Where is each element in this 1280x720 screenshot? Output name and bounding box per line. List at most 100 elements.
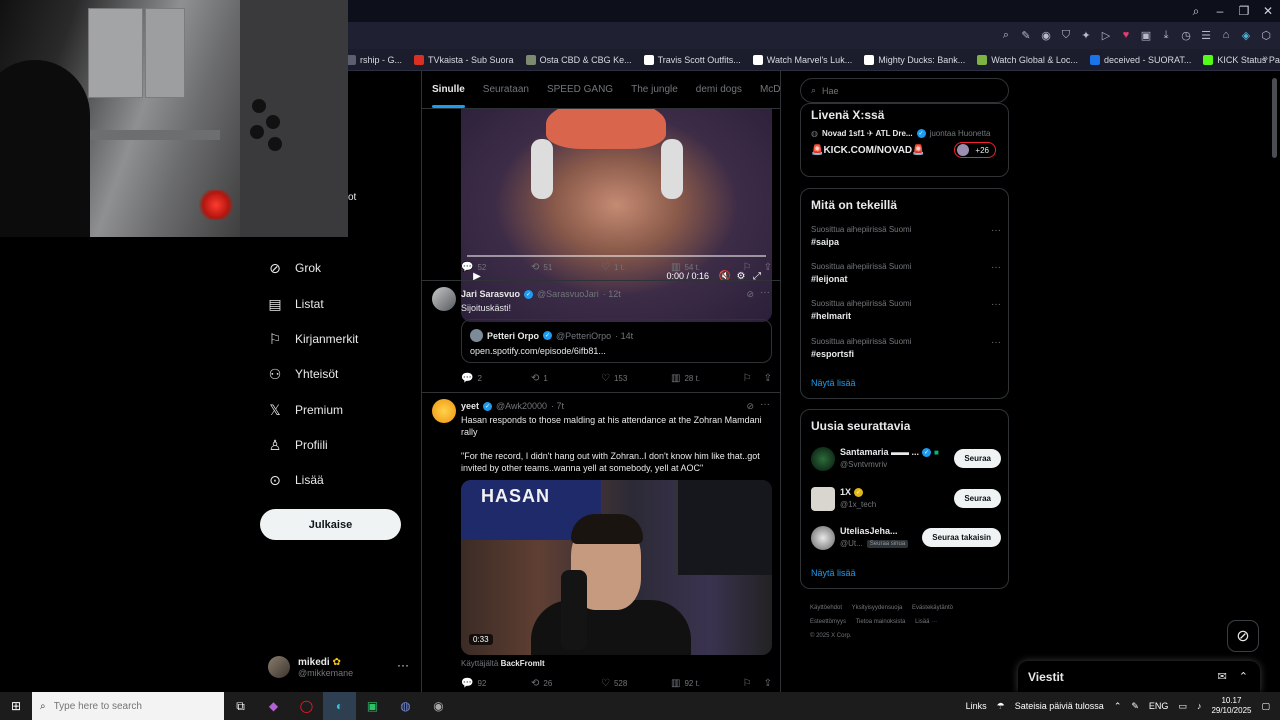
bookmark-item[interactable]: KICK Status Page: [1203, 54, 1280, 65]
reply-button[interactable]: 💬 52: [461, 262, 531, 273]
reply-button[interactable]: 💬 2: [461, 373, 531, 384]
footer-link[interactable]: Yksityisyydensuoja: [852, 605, 903, 611]
tab-mcdonalds[interactable]: McDonal: [760, 84, 780, 95]
more-options-icon[interactable]: ···: [991, 262, 1001, 273]
trend-item[interactable]: Suosittua aihepiirissä Suomi #saipa ···: [811, 225, 1001, 247]
weather-icon[interactable]: ☂: [997, 701, 1005, 712]
opera-icon[interactable]: ◯: [290, 692, 323, 720]
follow-suggestion[interactable]: 1X ✓ @1x_tech Seuraa: [811, 485, 1001, 513]
avatar[interactable]: [811, 487, 835, 511]
repost-button[interactable]: ⟲ 1: [531, 373, 601, 384]
avatar[interactable]: [432, 287, 456, 311]
share-icon[interactable]: ⇪: [764, 373, 772, 384]
heart-icon[interactable]: ♥: [1118, 26, 1134, 44]
repost-button[interactable]: ⟲ 51: [531, 262, 601, 273]
show-more-link[interactable]: Näytä lisää: [811, 378, 856, 388]
edge-icon[interactable]: ◐: [323, 692, 356, 720]
edit-icon[interactable]: ✎: [1018, 26, 1034, 44]
tab-following[interactable]: Seurataan: [483, 84, 529, 95]
notifications-icon[interactable]: ▢: [1261, 701, 1270, 712]
footer-link[interactable]: Esteettömyys: [810, 619, 846, 625]
account-switcher[interactable]: mikedi ✿ @mikkemane ···: [268, 652, 413, 682]
repost-button[interactable]: ⟲ 26: [531, 678, 601, 689]
like-button[interactable]: ♡ 1 t.: [601, 262, 671, 273]
author-handle[interactable]: @SarasvuoJari: [537, 289, 599, 299]
close-button[interactable]: ✕: [1256, 0, 1280, 22]
volume-icon[interactable]: ♪: [1197, 701, 1202, 711]
clock[interactable]: 10.17 29/10/2025: [1211, 696, 1251, 716]
taskbar-search-input[interactable]: [53, 700, 214, 712]
links-toolbar[interactable]: Links: [966, 701, 987, 711]
more-options-icon[interactable]: ···: [991, 299, 1001, 310]
shield-icon[interactable]: ⛉: [1058, 26, 1074, 44]
live-listeners-badge[interactable]: +26: [954, 142, 996, 158]
trend-item[interactable]: Suosittua aihepiirissä Suomi #helmarit ·…: [811, 299, 1001, 321]
post-time[interactable]: · 12t: [603, 289, 621, 299]
grok-button[interactable]: ⊘: [1227, 620, 1259, 652]
language-indicator[interactable]: ENG: [1149, 701, 1169, 711]
more-options-icon[interactable]: ···: [991, 337, 1001, 348]
bookmark-item[interactable]: Travis Scott Outfits...: [643, 54, 741, 65]
bookmark-item[interactable]: Mighty Ducks: Bank...: [864, 54, 965, 65]
new-message-icon[interactable]: ✉: [1218, 670, 1227, 683]
video-attribution[interactable]: Käyttäjältä BackFromIt: [461, 659, 545, 668]
share-icon[interactable]: ⇪: [764, 262, 772, 273]
live-host[interactable]: ◍ Novad 1sf1 ✈ ATL Dre... ✓ juontaa Huon…: [811, 129, 991, 138]
bookmark-item[interactable]: TVkaista - Sub Suora: [414, 54, 514, 65]
app-icon[interactable]: ▣: [356, 692, 389, 720]
avatar[interactable]: [811, 447, 835, 471]
author-name[interactable]: Jari Sarasvuo: [461, 289, 520, 299]
more-options-icon[interactable]: ···: [991, 225, 1001, 236]
bookmark-item[interactable]: Osta CBD & CBG Ke...: [525, 54, 632, 65]
follow-back-button[interactable]: Seuraa takaisin: [922, 528, 1001, 547]
app-icon[interactable]: ◆: [257, 692, 290, 720]
pen-icon[interactable]: ✎: [1131, 701, 1139, 712]
sidebar-item-profile[interactable]: ♙ Profiili: [267, 437, 328, 453]
profile-icon[interactable]: ◈: [1238, 26, 1254, 44]
bookmark-icon[interactable]: ⚐: [743, 373, 752, 384]
tab-demi-dogs[interactable]: demi dogs: [696, 84, 742, 95]
sidebar-item-communities[interactable]: ⚇ Yhteisöt: [267, 366, 339, 382]
footer-link[interactable]: Tietoa mainoksista: [856, 619, 906, 625]
views-button[interactable]: ▥ 28 t.: [671, 373, 741, 384]
play-icon[interactable]: ▷: [1098, 26, 1114, 44]
more-options-icon[interactable]: ···: [397, 658, 409, 672]
task-view-icon[interactable]: ⧉: [224, 692, 257, 720]
extension-icon[interactable]: ✦: [1078, 26, 1094, 44]
cube-icon[interactable]: ⬡: [1258, 26, 1274, 44]
post-time[interactable]: · 7t: [551, 401, 564, 411]
grok-icon[interactable]: ⊘: [746, 401, 754, 412]
bookmark-item[interactable]: Watch Marvel's Luk...: [752, 54, 852, 65]
sidebar-item-grok[interactable]: ⊘ Grok: [267, 260, 321, 276]
menu-icon[interactable]: ☰: [1198, 26, 1214, 44]
chevron-up-icon[interactable]: ⌃: [1239, 670, 1248, 683]
post-button[interactable]: Julkaise: [260, 509, 401, 540]
messages-drawer[interactable]: Viestit ✉ ⌃: [1018, 661, 1260, 692]
footer-link[interactable]: Evästekäytäntö: [912, 605, 953, 611]
search-input[interactable]: [822, 85, 993, 96]
follow-suggestion[interactable]: UteliasJeha... @Ut... Seuraa sinua Seuraa…: [811, 524, 1001, 552]
footer-link[interactable]: Käyttöehdot: [810, 605, 842, 611]
bookmark-item[interactable]: Watch Global & Loc...: [977, 54, 1078, 65]
follow-button[interactable]: Seuraa: [954, 489, 1001, 508]
more-options-icon[interactable]: ···: [760, 287, 770, 298]
discord-icon[interactable]: ◍: [389, 692, 422, 720]
more-options-icon[interactable]: ···: [760, 399, 770, 410]
sidebar-item-more[interactable]: ⊙ Lisää: [267, 472, 324, 488]
minimize-button[interactable]: –: [1208, 0, 1232, 22]
bookmark-icon[interactable]: ⚐: [743, 678, 752, 689]
weather-text[interactable]: Sateisia päiviä tulossa: [1015, 701, 1104, 711]
views-button[interactable]: ▥ 54 t.: [671, 262, 741, 273]
reply-button[interactable]: 💬 92: [461, 678, 531, 689]
tab-for-you[interactable]: Sinulle: [432, 84, 465, 108]
author-name[interactable]: yeet: [461, 401, 479, 411]
grok-icon[interactable]: ⊘: [746, 289, 754, 300]
live-room-title[interactable]: 🚨KICK.COM/NOVAD🚨: [811, 145, 925, 156]
search-box[interactable]: ⌕: [800, 78, 1009, 103]
trend-item[interactable]: Suosittua aihepiirissä Suomi #esportsfi …: [811, 337, 1001, 359]
scrollbar[interactable]: [1272, 78, 1277, 158]
views-button[interactable]: ▥ 92 t.: [671, 678, 741, 689]
tab-speed-gang[interactable]: SPEED GANG: [547, 84, 613, 95]
history-icon[interactable]: ◷: [1178, 26, 1194, 44]
sidebar-item-premium[interactable]: 𝕏 Premium: [267, 402, 343, 418]
